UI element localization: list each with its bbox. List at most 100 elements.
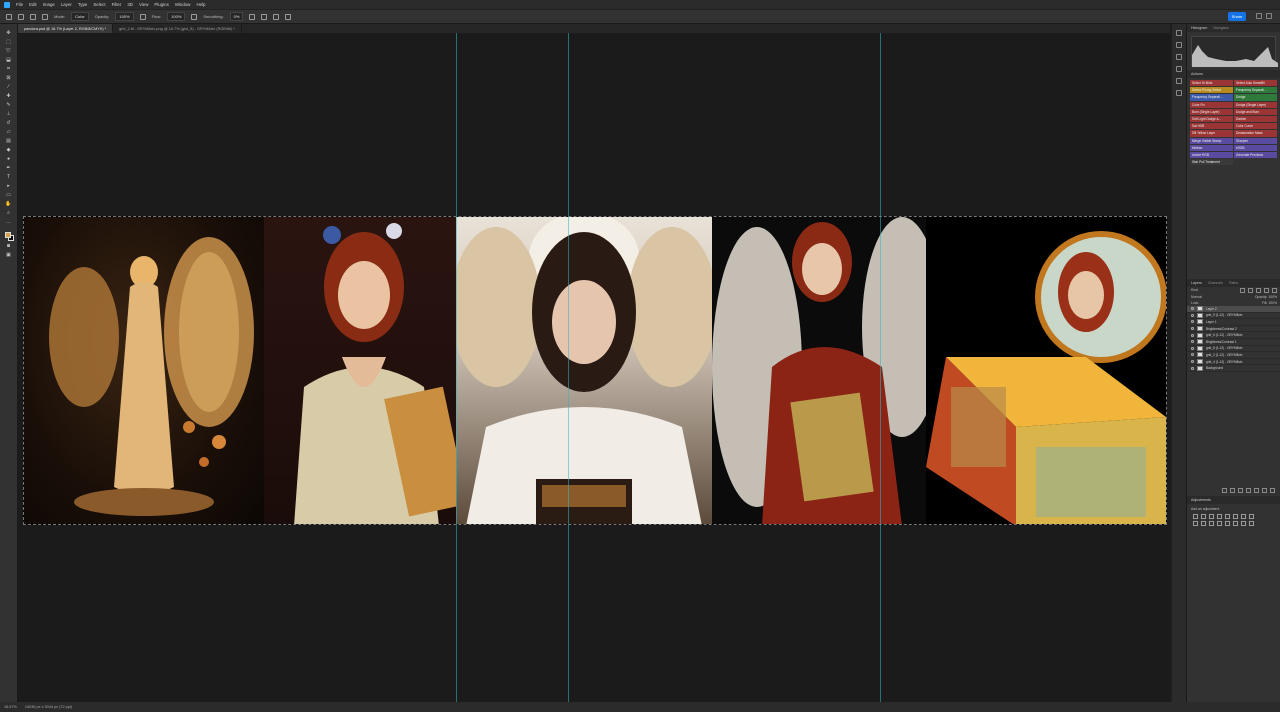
menu-file[interactable]: File xyxy=(16,2,23,7)
path-select-tool-icon[interactable]: ▸ xyxy=(5,183,12,189)
eyedropper-tool-icon[interactable]: ⁄ xyxy=(5,84,12,90)
action-item[interactable]: Skin Pull Treatment xyxy=(1190,159,1233,166)
action-item[interactable]: Median xyxy=(1190,144,1233,151)
move-tool-icon[interactable]: ✥ xyxy=(5,30,12,36)
new-layer-icon[interactable] xyxy=(1262,488,1267,493)
more-tools-icon[interactable]: … xyxy=(5,219,12,225)
gradient-tool-icon[interactable]: ▤ xyxy=(5,138,12,144)
menu-image[interactable]: Image xyxy=(43,2,55,7)
opacity-field[interactable]: 100% xyxy=(115,12,134,21)
action-item[interactable]: Adobe RGB xyxy=(1190,151,1233,159)
menu-filter[interactable]: Filter xyxy=(112,2,122,7)
guide-line[interactable] xyxy=(880,33,881,702)
photo-filter-icon[interactable] xyxy=(1193,521,1198,526)
visibility-eye-icon[interactable] xyxy=(1191,360,1194,364)
action-item[interactable]: Detect Phong Select xyxy=(1190,87,1233,94)
blend-mode-select[interactable]: Normal xyxy=(1191,295,1202,299)
brightness-contrast-icon[interactable] xyxy=(1193,514,1198,519)
lasso-tool-icon[interactable]: ➰ xyxy=(5,48,12,54)
brushes-icon[interactable] xyxy=(1176,90,1182,96)
layer-kind-filter[interactable]: Kind xyxy=(1191,288,1198,293)
channel-mixer-icon[interactable] xyxy=(1201,521,1206,526)
layer-row[interactable]: grid_9 (1-12) - GRYM8xtx xyxy=(1187,312,1280,320)
foreground-color-swatch[interactable] xyxy=(4,232,11,238)
document-tab-grid[interactable]: grid_2.tif - GRYM8xtx.png @ 16.7% (grid_… xyxy=(113,24,242,33)
menu-window[interactable]: Window xyxy=(175,2,191,7)
airbrush-icon[interactable] xyxy=(191,13,198,20)
brush-tool-icon[interactable]: ✎ xyxy=(5,102,12,108)
visibility-eye-icon[interactable] xyxy=(1191,307,1194,311)
action-item[interactable]: Darken xyxy=(1234,115,1277,123)
visibility-eye-icon[interactable] xyxy=(1191,346,1194,350)
action-item[interactable]: Frequency Separati... xyxy=(1234,87,1277,94)
black-white-icon[interactable] xyxy=(1249,514,1254,519)
menu-type[interactable]: Type xyxy=(78,2,88,7)
invert-icon[interactable] xyxy=(1217,521,1222,526)
screen-mode-icon[interactable]: ▣ xyxy=(5,252,12,258)
menu-plugins[interactable]: Plugins xyxy=(154,2,168,7)
hue-saturation-icon[interactable] xyxy=(1233,514,1238,519)
layer-row[interactable]: Brightness/Contrast 2 xyxy=(1187,326,1280,333)
flow-field[interactable]: 100% xyxy=(167,12,186,21)
quick-mask-icon[interactable]: ◙ xyxy=(5,243,12,249)
action-item[interactable]: Color Curve xyxy=(1234,123,1277,130)
layers-tab[interactable]: Layers xyxy=(1191,281,1202,285)
filter-smart-icon[interactable] xyxy=(1272,288,1277,293)
actions-tab[interactable]: Actions xyxy=(1191,72,1203,76)
exposure-icon[interactable] xyxy=(1217,514,1222,519)
healing-brush-tool-icon[interactable]: ✚ xyxy=(5,93,12,99)
filter-adjustment-icon[interactable] xyxy=(1248,288,1253,293)
filter-shape-icon[interactable] xyxy=(1264,288,1269,293)
document-canvas[interactable] xyxy=(23,216,1167,525)
guide-line[interactable] xyxy=(456,33,457,702)
crop-tool-icon[interactable]: ⌗ xyxy=(5,66,12,72)
paths-tab[interactable]: Paths xyxy=(1229,281,1238,285)
info-icon[interactable] xyxy=(1176,78,1182,84)
history-icon[interactable] xyxy=(1176,30,1182,36)
character-icon[interactable] xyxy=(1176,66,1182,72)
menu-help[interactable]: Help xyxy=(196,2,205,7)
menu-edit[interactable]: Edit xyxy=(29,2,37,7)
smoothing-field[interactable]: 0% xyxy=(229,12,244,21)
marquee-tool-icon[interactable]: ⬚ xyxy=(5,39,12,45)
fill-field[interactable]: 100% xyxy=(1268,301,1277,305)
layer-row[interactable]: Background xyxy=(1187,365,1280,372)
curves-icon[interactable] xyxy=(1209,514,1214,519)
action-item[interactable]: Soft Light Dodge a... xyxy=(1190,115,1233,123)
zoom-level[interactable]: 16.67% xyxy=(4,705,17,709)
menu-layer[interactable]: Layer xyxy=(61,2,72,7)
levels-icon[interactable] xyxy=(1201,514,1206,519)
action-item[interactable]: Sill Yellow Layer xyxy=(1190,130,1233,137)
action-item[interactable]: Desaturation Mask xyxy=(1234,130,1277,137)
action-item[interactable]: Sat HSB xyxy=(1190,123,1233,130)
shape-tool-icon[interactable]: ▭ xyxy=(5,192,12,198)
adjustments-tab[interactable]: Adjustments xyxy=(1191,498,1211,502)
filter-type-icon[interactable] xyxy=(1256,288,1261,293)
visibility-eye-icon[interactable] xyxy=(1191,340,1194,344)
action-item[interactable]: sRGB xyxy=(1234,144,1277,151)
action-item[interactable]: Burn (Single Layer) xyxy=(1190,108,1233,115)
zoom-tool-icon[interactable]: ⌕ xyxy=(5,210,12,216)
visibility-eye-icon[interactable] xyxy=(1191,353,1194,357)
new-adjustment-icon[interactable] xyxy=(1246,488,1251,493)
threshold-icon[interactable] xyxy=(1233,521,1238,526)
pen-tool-icon[interactable]: ✒ xyxy=(5,165,12,171)
filter-pixel-icon[interactable] xyxy=(1240,288,1245,293)
layer-row[interactable]: grid_4 (1-12) - GRYM8xtx xyxy=(1187,359,1280,366)
home-icon[interactable] xyxy=(6,13,12,20)
brush-settings-icon[interactable] xyxy=(42,13,48,20)
layer-row[interactable]: Brightness/Contrast 1 xyxy=(1187,339,1280,346)
visibility-eye-icon[interactable] xyxy=(1191,320,1194,324)
paragraph-icon[interactable] xyxy=(1176,54,1182,60)
search-icon[interactable] xyxy=(1256,13,1262,19)
color-lookup-icon[interactable] xyxy=(1209,521,1214,526)
color-balance-icon[interactable] xyxy=(1241,514,1246,519)
visibility-eye-icon[interactable] xyxy=(1191,333,1194,337)
menu-3d[interactable]: 3D xyxy=(127,2,133,7)
object-select-tool-icon[interactable]: ⬓ xyxy=(5,57,12,63)
histogram-tab[interactable]: Histogram xyxy=(1191,26,1207,30)
layer-row[interactable]: Layer 1 xyxy=(1187,319,1280,326)
canvas-area[interactable] xyxy=(18,33,1170,702)
pressure-size-icon[interactable] xyxy=(273,13,280,20)
vibrance-icon[interactable] xyxy=(1225,514,1230,519)
